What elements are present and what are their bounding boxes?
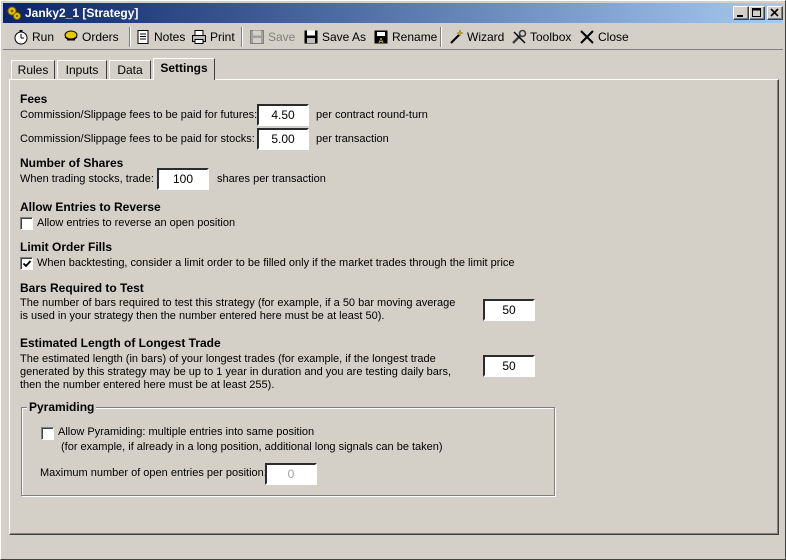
shares-label: When trading stocks, trade: — [20, 173, 154, 185]
reverse-heading: Allow Entries to Reverse — [20, 200, 161, 214]
reverse-checkbox[interactable] — [20, 217, 33, 230]
pyramiding-note: (for example, if already in a long posit… — [61, 441, 443, 453]
longest-trade-input[interactable]: 50 — [483, 355, 535, 377]
strategy-window: Janky2_1 [Strategy] Run Orders Notes Pri… — [0, 0, 786, 560]
futures-fee-label: Commission/Slippage fees to be paid for … — [20, 109, 258, 121]
rename-button[interactable]: A Rename — [373, 26, 437, 48]
pyramiding-group-title: Pyramiding — [27, 400, 97, 414]
bars-description-line: is used in your strategy then the number… — [20, 310, 385, 322]
save-as-label: Save As — [322, 30, 367, 44]
stocks-fee-unit: per transaction — [316, 133, 389, 145]
wizard-label: Wizard — [467, 30, 505, 44]
orders-button[interactable]: Orders — [63, 26, 119, 48]
orders-icon — [64, 30, 78, 41]
futures-fee-unit: per contract round-turn — [316, 109, 428, 121]
stocks-fee-label: Commission/Slippage fees to be paid for … — [20, 133, 255, 145]
longest-trade-heading: Estimated Length of Longest Trade — [20, 336, 221, 350]
minimize-button[interactable] — [733, 6, 749, 20]
longest-description-line: then the number entered here must be at … — [20, 379, 275, 391]
settings-panel: Fees Commission/Slippage fees to be paid… — [9, 79, 779, 535]
tab-rules[interactable]: Rules — [11, 60, 55, 79]
stopwatch-icon — [14, 30, 28, 45]
pyramiding-checkbox[interactable] — [41, 427, 54, 440]
longest-trade-description: The estimated length (in bars) of your l… — [20, 353, 451, 392]
maximize-button[interactable] — [749, 6, 765, 20]
limit-checkbox[interactable] — [20, 257, 33, 270]
futures-fee-input[interactable]: 4.50 — [257, 104, 309, 126]
notes-button[interactable]: Notes — [135, 26, 185, 48]
longest-description-line: The estimated length (in bars) of your l… — [20, 353, 436, 365]
checkmark-icon — [22, 260, 32, 268]
notes-label: Notes — [154, 30, 186, 44]
shares-input[interactable]: 100 — [157, 168, 209, 190]
save-button[interactable]: Save — [249, 26, 295, 48]
tab-data-label: Data — [117, 63, 143, 77]
tools-icon — [512, 29, 527, 44]
tab-inputs-label: Inputs — [65, 63, 99, 77]
close-button[interactable]: Close — [579, 26, 629, 48]
pyramiding-checkbox-label: Allow Pyramiding: multiple entries into … — [58, 426, 315, 438]
close-label: Close — [598, 30, 629, 44]
max-entries-input[interactable]: 0 — [265, 463, 317, 485]
longest-description-line: generated by this strategy may be up to … — [20, 366, 452, 378]
notes-icon — [137, 30, 149, 44]
rename-label: Rename — [392, 30, 438, 44]
tab-data[interactable]: Data — [109, 60, 151, 79]
printer-icon — [192, 30, 206, 44]
magic-wand-icon — [450, 29, 464, 44]
tab-settings[interactable]: Settings — [153, 58, 215, 80]
close-x-icon — [580, 30, 594, 44]
tab-rules-label: Rules — [17, 63, 49, 77]
shares-heading: Number of Shares — [20, 156, 124, 170]
max-entries-label: Maximum number of open entries per posit… — [40, 467, 267, 479]
svg-text:A: A — [379, 37, 384, 45]
bars-heading: Bars Required to Test — [20, 281, 144, 295]
save-as-disk-icon — [304, 30, 318, 44]
toolbar-separator — [129, 27, 131, 47]
save-label: Save — [268, 30, 296, 44]
rename-icon: A — [374, 30, 388, 45]
orders-label: Orders — [82, 30, 119, 44]
bars-required-input[interactable]: 50 — [483, 299, 535, 321]
app-gear-icon — [6, 5, 22, 21]
title-bar[interactable]: Janky2_1 [Strategy] — [3, 3, 783, 23]
run-label: Run — [32, 30, 55, 44]
run-button[interactable]: Run — [13, 26, 54, 48]
stocks-fee-input[interactable]: 5.00 — [257, 128, 309, 150]
shares-unit: shares per transaction — [217, 173, 326, 185]
fees-heading: Fees — [20, 92, 48, 106]
limit-heading: Limit Order Fills — [20, 240, 113, 254]
bars-description: The number of bars required to test this… — [20, 297, 455, 323]
bars-description-line: The number of bars required to test this… — [20, 297, 456, 309]
save-disk-icon — [250, 30, 264, 44]
close-window-button[interactable] — [767, 6, 783, 20]
toolbar: Run Orders Notes Print Save Save As A Re… — [3, 24, 783, 50]
toolbox-button[interactable]: Toolbox — [511, 26, 571, 48]
save-as-button[interactable]: Save As — [303, 26, 366, 48]
toolbar-separator — [440, 27, 442, 47]
toolbar-separator — [241, 27, 243, 47]
tab-settings-label: Settings — [160, 61, 208, 75]
reverse-checkbox-label: Allow entries to reverse an open positio… — [37, 217, 236, 229]
wizard-button[interactable]: Wizard — [448, 26, 504, 48]
print-label: Print — [210, 30, 235, 44]
tab-inputs[interactable]: Inputs — [57, 60, 107, 79]
print-button[interactable]: Print — [191, 26, 235, 48]
toolbox-label: Toolbox — [530, 30, 572, 44]
limit-checkbox-label: When backtesting, consider a limit order… — [37, 257, 515, 269]
window-title: Janky2_1 [Strategy] — [25, 6, 139, 20]
